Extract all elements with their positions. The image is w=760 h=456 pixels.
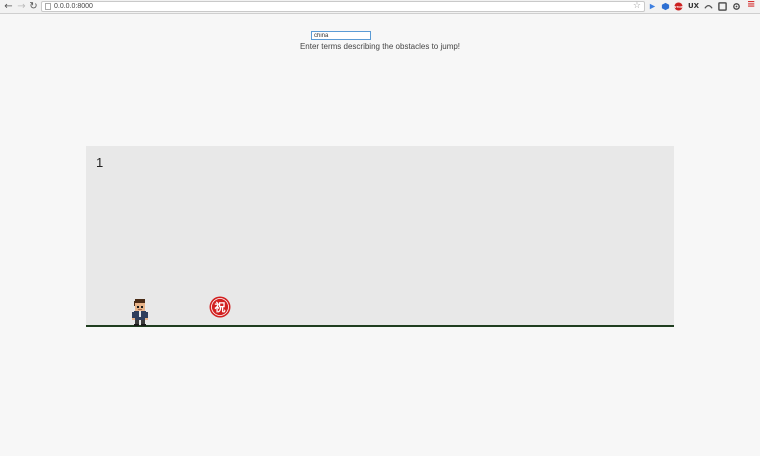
score-counter: 1 [96, 155, 104, 170]
cube-extension-icon[interactable] [661, 2, 670, 11]
gear-extension-icon[interactable] [732, 2, 741, 11]
obstacle-glyph: 祝 [215, 300, 226, 314]
ground-line [86, 325, 674, 327]
arc-extension-icon[interactable] [704, 2, 713, 11]
address-bar[interactable]: 0.0.0.0:8000 ☆ [41, 1, 645, 12]
stop-extension-icon[interactable]: STOP [674, 2, 683, 11]
lightbulb-extension-icon[interactable] [648, 2, 657, 11]
browser-toolbar: ← → ↻ 0.0.0.0:8000 ☆ STOP UX ≡ [0, 0, 760, 14]
ux-check-extension-icon[interactable]: UX [688, 1, 699, 11]
stop-badge-label: STOP [674, 5, 683, 9]
obstacle-terms-input[interactable] [311, 31, 371, 40]
bookmark-star-icon[interactable]: ☆ [633, 1, 641, 11]
page-icon [45, 3, 51, 10]
menu-icon[interactable]: ≡ [747, 0, 755, 10]
window-extension-icon[interactable] [718, 2, 727, 11]
back-button[interactable]: ← [3, 1, 14, 12]
game-canvas[interactable] [86, 146, 674, 326]
instructions-text: Enter terms describing the obstacles to … [299, 42, 461, 51]
reload-button[interactable]: ↻ [28, 1, 39, 12]
obstacle-icon: 祝 [209, 296, 231, 318]
player-character-icon [132, 299, 148, 326]
url-text[interactable]: 0.0.0.0:8000 [54, 2, 93, 11]
forward-button[interactable]: → [16, 1, 27, 12]
